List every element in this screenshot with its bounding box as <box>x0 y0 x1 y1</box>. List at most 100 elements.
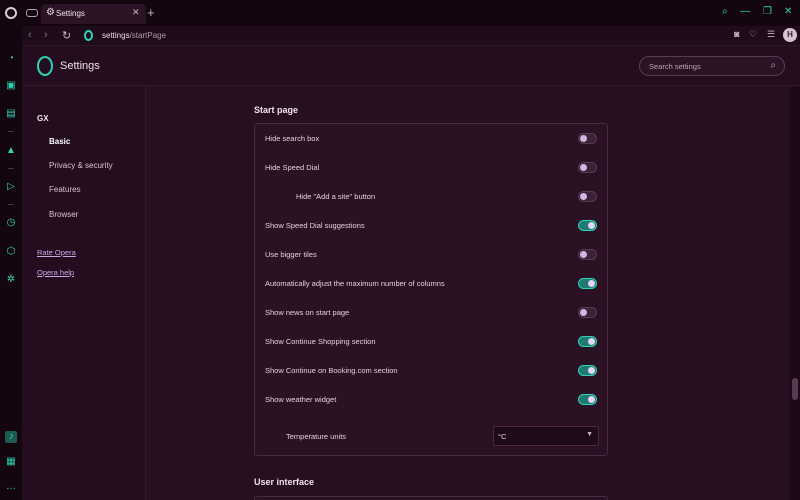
search-tabs-icon[interactable]: ⌕ <box>722 6 728 17</box>
hide-add-site-toggle[interactable] <box>578 191 597 202</box>
scrollbar[interactable] <box>790 86 800 500</box>
easy-setup-icon[interactable]: ☰ <box>767 29 775 40</box>
setting-row: Show news on start page <box>255 298 607 327</box>
opera-logo-icon[interactable] <box>5 7 17 19</box>
page-title: Settings <box>60 60 100 72</box>
opera-help-link[interactable]: Opera help <box>37 268 74 277</box>
section-title-user-interface: User interface <box>254 477 315 487</box>
setting-row: Show Continue Shopping section <box>255 327 607 356</box>
bag-icon[interactable]: ▣ <box>5 80 17 92</box>
extensions-icon[interactable]: ⬡ <box>5 246 17 258</box>
temperature-units-select[interactable]: °C ▼ <box>493 426 599 446</box>
more-icon[interactable]: … <box>5 481 17 493</box>
setting-label: Show Continue Shopping section <box>265 337 376 346</box>
gx-corner-icon[interactable] <box>26 9 38 17</box>
twitch-icon[interactable]: ▤ <box>5 108 17 120</box>
setting-label: Hide search box <box>265 134 320 143</box>
setting-row: Show Continue on Booking.com section <box>255 356 607 385</box>
new-tab-button[interactable]: + <box>147 5 155 20</box>
close-window-button[interactable]: ✕ <box>784 6 792 17</box>
chevron-down-icon: ▼ <box>586 431 593 438</box>
scrollbar-thumb[interactable] <box>792 378 798 400</box>
opera-address-icon <box>84 30 93 41</box>
setting-label: Show weather widget <box>265 395 337 404</box>
gx-control-icon[interactable]: ♪ <box>5 431 17 443</box>
back-button[interactable]: ‹ <box>28 29 32 41</box>
url-path: /startPage <box>129 31 167 40</box>
toggle-knob <box>580 193 587 200</box>
sidebar-setup-icon[interactable]: ▦ <box>5 456 17 468</box>
temperature-units-label: Temperature units <box>286 432 347 441</box>
toggle-knob <box>580 251 587 258</box>
divider <box>8 131 14 132</box>
avatar[interactable]: H <box>783 28 797 42</box>
main-content: Start page Hide search box Hide Speed Di… <box>146 86 790 500</box>
url-field[interactable]: settings/startPage <box>102 31 166 40</box>
section-title-start-page: Start page <box>254 105 299 115</box>
reload-button[interactable]: ↻ <box>62 29 71 42</box>
speed-dial-suggestions-toggle[interactable] <box>578 220 597 231</box>
toggle-knob <box>580 309 587 316</box>
setting-label: Show news on start page <box>265 308 350 317</box>
player-icon[interactable]: ▷ <box>5 181 17 193</box>
sidebar: ◔ ▣ ▤ ▲ ▷ ◷ ⬡ ✲ ♪ ▦ … <box>0 26 22 500</box>
minimize-button[interactable]: — <box>740 6 750 17</box>
nav-item-basic[interactable]: Basic <box>49 137 70 146</box>
forward-button[interactable]: › <box>44 29 48 41</box>
hide-search-box-toggle[interactable] <box>578 133 597 144</box>
nav-item-browser[interactable]: Browser <box>49 210 78 219</box>
setting-row: Show Speed Dial suggestions <box>255 211 607 240</box>
toggle-knob <box>588 222 595 229</box>
continue-shopping-toggle[interactable] <box>578 336 597 347</box>
setting-label: Use bigger tiles <box>265 250 317 259</box>
setting-label: Show Continue on Booking.com section <box>265 366 398 375</box>
booking-section-toggle[interactable] <box>578 365 597 376</box>
search-placeholder: Search settings <box>649 62 701 71</box>
setting-label: Show Speed Dial suggestions <box>265 221 365 230</box>
setting-label: Automatically adjust the maximum number … <box>265 279 445 288</box>
setting-row: Use bigger tiles <box>255 240 607 269</box>
setting-label: Hide "Add a site" button <box>296 192 376 201</box>
rate-opera-link[interactable]: Rate Opera <box>37 248 76 257</box>
nav-item-privacy[interactable]: Privacy & security <box>49 161 113 170</box>
search-input[interactable]: Search settings ⌕ <box>639 56 785 76</box>
toggle-knob <box>588 338 595 345</box>
hide-speed-dial-toggle[interactable] <box>578 162 597 173</box>
restore-button[interactable]: ❐ <box>763 6 772 17</box>
setting-row: Hide Speed Dial <box>255 153 607 182</box>
setting-label: Hide Speed Dial <box>265 163 320 172</box>
search-icon: ⌕ <box>770 60 776 71</box>
tab-settings[interactable]: ⚙ Settings ✕ <box>41 4 146 24</box>
setting-row: Show weather widget <box>255 385 607 414</box>
start-page-card: Hide search box Hide Speed Dial Hide "Ad… <box>254 123 608 456</box>
aria-icon[interactable]: ▲ <box>5 145 17 157</box>
settings-header: Settings Search settings ⌕ <box>22 46 800 86</box>
divider <box>8 168 14 169</box>
toggle-knob <box>580 164 587 171</box>
toggle-knob <box>588 367 595 374</box>
tab-title: Settings <box>56 9 85 18</box>
tab-strip: ⚙ Settings ✕ + ⌕ — ❐ ✕ <box>0 0 800 26</box>
setting-row: Hide search box <box>255 124 607 153</box>
toggle-knob <box>588 280 595 287</box>
heart-icon[interactable]: ♡ <box>749 29 757 40</box>
gear-icon: ⚙ <box>46 7 55 18</box>
weather-widget-toggle[interactable] <box>578 394 597 405</box>
toggle-knob <box>588 396 595 403</box>
user-interface-card <box>254 496 608 500</box>
opera-logo-icon <box>37 56 53 76</box>
bigger-tiles-toggle[interactable] <box>578 249 597 260</box>
camera-icon[interactable]: ◙ <box>734 29 739 39</box>
settings-icon[interactable]: ✲ <box>5 274 17 286</box>
address-bar: ‹ › ↻ settings/startPage ◙ ♡ ☰ H <box>22 26 800 46</box>
speed-icon[interactable]: ◔ <box>5 53 17 65</box>
nav-item-features[interactable]: Features <box>49 185 81 194</box>
close-icon[interactable]: ✕ <box>132 7 140 18</box>
history-icon[interactable]: ◷ <box>5 217 17 229</box>
show-news-toggle[interactable] <box>578 307 597 318</box>
auto-columns-toggle[interactable] <box>578 278 597 289</box>
setting-row: Automatically adjust the maximum number … <box>255 269 607 298</box>
settings-nav: GX Basic Privacy & security Features Bro… <box>22 86 146 500</box>
toggle-knob <box>580 135 587 142</box>
nav-section-gx[interactable]: GX <box>37 114 49 123</box>
